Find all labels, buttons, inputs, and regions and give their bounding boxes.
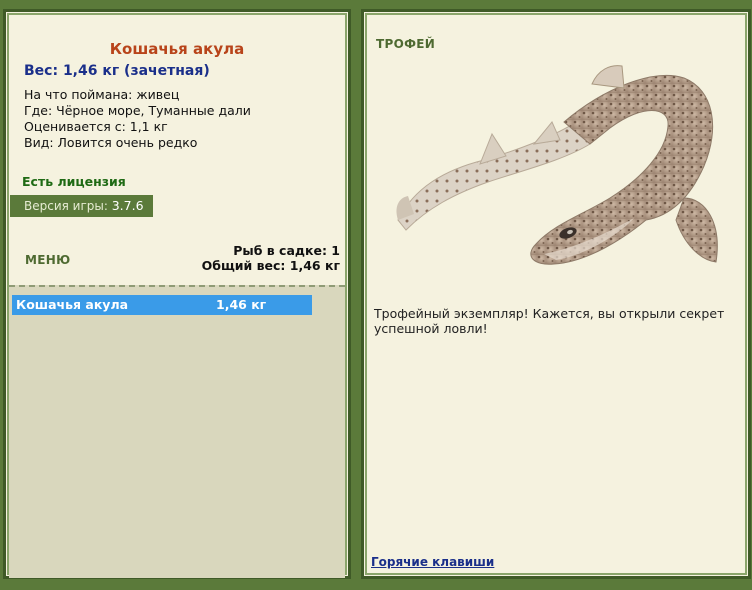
trophy-description: Трофейный экземпляр! Кажется, вы открыли… xyxy=(374,306,725,336)
fish-title: Кошачья акула xyxy=(109,40,245,58)
catch-item-weight: 1,46 кг xyxy=(216,297,267,312)
fish-info-panel: Кошачья акула Вес: 1,46 кг (зачетная) На… xyxy=(3,9,351,579)
version-value: 3.7.6 xyxy=(111,198,144,213)
trophy-panel: ТРОФЕЙ Трофейный экземпляр! Кажется, вы … xyxy=(361,9,751,579)
catch-list: Кошачья акула 1,46 кг xyxy=(9,285,345,578)
version-label: Версия игры: xyxy=(24,199,108,213)
shark-image xyxy=(396,65,718,265)
fish-place: Где: Чёрное море, Туманные дали xyxy=(24,103,251,118)
fish-price: Оценивается с: 1,1 кг xyxy=(24,119,168,134)
catch-list-item[interactable]: Кошачья акула 1,46 кг xyxy=(12,295,312,315)
game-version: Версия игры: 3.7.6 xyxy=(10,195,153,217)
catch-item-name: Кошачья акула xyxy=(16,297,129,312)
fish-weight: Вес: 1,46 кг (зачетная) xyxy=(24,63,210,79)
license-status: Есть лицензия xyxy=(22,174,126,189)
keepnet-total-weight: Общий вес: 1,46 кг xyxy=(201,258,340,273)
keepnet-count: Рыб в садке: 1 xyxy=(233,243,340,258)
fish-bait: На что поймана: живец xyxy=(24,87,180,102)
fish-kind: Вид: Ловится очень редко xyxy=(24,135,198,150)
hotkeys-link[interactable]: Горячие клавиши xyxy=(371,555,494,569)
menu-button[interactable]: МЕНЮ xyxy=(25,253,70,267)
